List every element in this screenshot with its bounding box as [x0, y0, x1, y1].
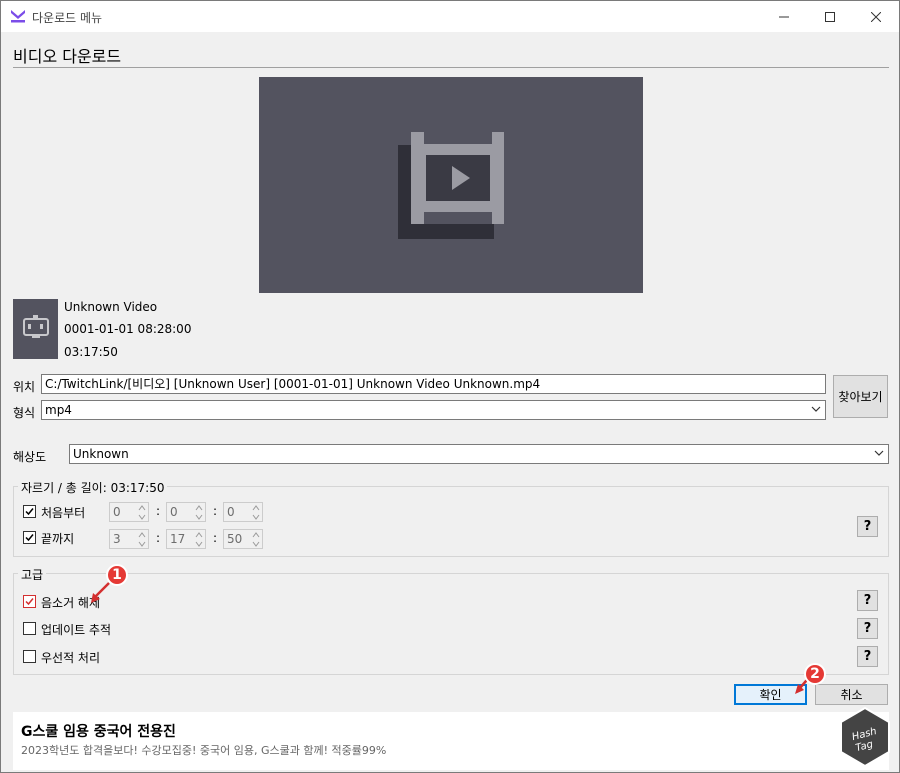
channel-avatar	[13, 299, 58, 359]
minimize-button[interactable]	[761, 1, 807, 32]
priority-label: 우선적 처리	[41, 651, 101, 665]
resolution-label: 해상도	[13, 450, 47, 464]
spin-down-icon	[252, 541, 260, 547]
end-second-spinbox[interactable]: 50	[223, 529, 263, 549]
page-title: 비디오 다운로드	[13, 47, 122, 66]
annotation-badge-2: 2	[804, 663, 826, 685]
spin-down-icon	[195, 514, 203, 520]
spin-up-icon	[138, 505, 146, 511]
start-second-value: 0	[227, 505, 235, 519]
priority-checkbox[interactable]	[23, 650, 36, 663]
video-thumbnail	[259, 77, 643, 293]
download-menu-window: 다운로드 메뉴 비디오 다운로드 Unknown Video 0001-01-0…	[0, 0, 900, 773]
spin-down-icon	[138, 541, 146, 547]
app-logo-icon	[11, 10, 25, 23]
priority-help-button[interactable]: ?	[857, 646, 878, 667]
end-hour-spinbox[interactable]: 3	[109, 529, 149, 549]
advanced-group	[13, 573, 889, 675]
close-icon	[871, 11, 881, 22]
update-tracking-checkbox[interactable]	[23, 622, 36, 635]
unmute-help-button[interactable]: ?	[857, 590, 878, 611]
from-start-checkbox[interactable]	[23, 505, 36, 518]
check-icon	[25, 598, 34, 606]
start-hour-value: 0	[113, 505, 121, 519]
video-placeholder-icon	[398, 132, 504, 239]
update-tracking-help-button[interactable]: ?	[857, 618, 878, 639]
header-divider	[13, 67, 889, 68]
colon-separator: :	[156, 504, 161, 518]
start-minute-value: 0	[170, 505, 178, 519]
chevron-down-icon	[811, 406, 821, 412]
spin-down-icon	[252, 514, 260, 520]
video-date: 0001-01-01 08:28:00	[64, 322, 192, 336]
spin-up-icon	[195, 505, 203, 511]
check-icon	[25, 508, 34, 516]
end-second-value: 50	[227, 532, 243, 546]
spin-down-icon	[138, 514, 146, 520]
advanced-group-title: 고급	[18, 566, 47, 583]
resolution-value: Unknown	[73, 447, 129, 461]
cancel-button[interactable]: 취소	[815, 684, 888, 705]
location-label: 위치	[13, 380, 36, 394]
colon-separator: :	[213, 504, 218, 518]
to-end-checkbox[interactable]	[23, 531, 36, 544]
trim-group-title: 자르기 / 총 길이: 03:17:50	[18, 479, 168, 496]
format-value: mp4	[45, 403, 72, 417]
from-start-label: 처음부터	[41, 506, 86, 520]
hashtag-watermark-icon: Hash Tag	[840, 706, 890, 768]
to-end-label: 끝까지	[41, 532, 75, 546]
ad-banner[interactable]: G스쿨 임용 중국어 전용진 2023학년도 합격을보다! 수강모집중! 중국어…	[13, 712, 889, 770]
unmute-checkbox[interactable]	[23, 595, 36, 608]
browse-button[interactable]: 찾아보기	[833, 375, 888, 418]
start-hour-spinbox[interactable]: 0	[109, 502, 149, 522]
spin-up-icon	[195, 532, 203, 538]
annotation-badge-1: 1	[106, 564, 128, 586]
end-hour-value: 3	[113, 532, 121, 546]
minimize-icon	[779, 16, 789, 17]
colon-separator: :	[156, 531, 161, 545]
video-title: Unknown Video	[64, 300, 158, 314]
update-tracking-label: 업데이트 추적	[41, 623, 112, 637]
chevron-down-icon	[874, 450, 884, 456]
format-label: 형식	[13, 406, 36, 420]
check-icon	[25, 534, 34, 542]
ad-description: 2023학년도 합격을보다! 수강모집중! 중국어 임용, G스쿨과 함께! 적…	[21, 744, 387, 757]
colon-separator: :	[213, 531, 218, 545]
location-input[interactable]: C:/TwitchLink/[비디오] [Unknown User] [0001…	[41, 374, 826, 394]
format-select[interactable]: mp4	[41, 400, 826, 420]
spin-down-icon	[195, 541, 203, 547]
start-minute-spinbox[interactable]: 0	[166, 502, 206, 522]
resolution-select[interactable]: Unknown	[69, 444, 889, 464]
twitch-glitch-icon	[23, 315, 49, 338]
video-length: 03:17:50	[64, 345, 118, 359]
trim-help-button[interactable]: ?	[857, 516, 878, 537]
spin-up-icon	[252, 505, 260, 511]
ad-title: G스쿨 임용 중국어 전용진	[21, 724, 176, 740]
window-title: 다운로드 메뉴	[32, 11, 103, 25]
maximize-icon	[825, 11, 835, 22]
start-second-spinbox[interactable]: 0	[223, 502, 263, 522]
close-button[interactable]	[853, 1, 899, 32]
title-bar: 다운로드 메뉴	[1, 1, 899, 32]
maximize-button[interactable]	[807, 1, 853, 32]
end-minute-value: 17	[170, 532, 186, 546]
end-minute-spinbox[interactable]: 17	[166, 529, 206, 549]
spin-up-icon	[252, 532, 260, 538]
spin-up-icon	[138, 532, 146, 538]
